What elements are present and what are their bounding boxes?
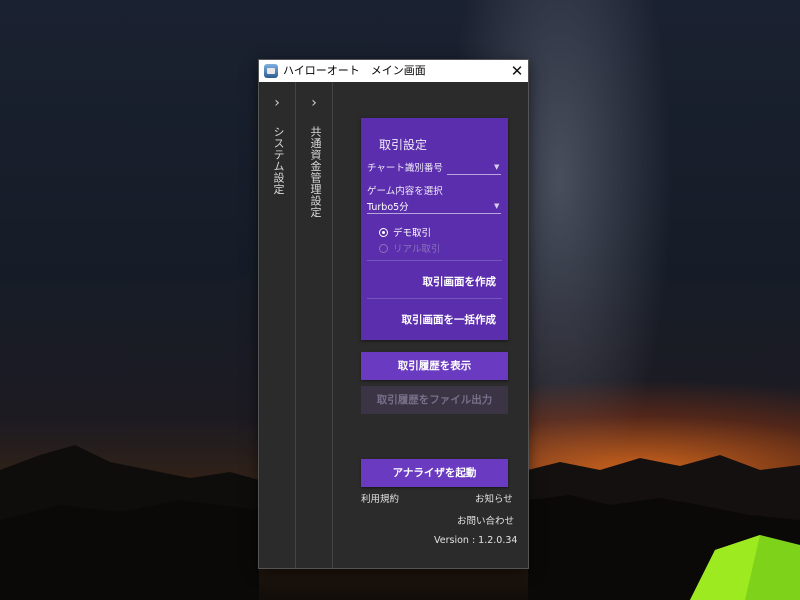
card-title: 取引設定	[379, 138, 428, 152]
chevron-right-icon[interactable]: ›	[259, 96, 295, 110]
export-history-button[interactable]: 取引履歴をファイル出力	[361, 386, 508, 414]
window-title: ハイローオート メイン画面	[283, 64, 426, 77]
game-select-underline	[367, 213, 501, 214]
app-logo-icon	[264, 64, 278, 78]
main-window: ハイローオート メイン画面 ✕ › システム設定 › 共通資金管理設定 取引設定…	[259, 60, 528, 568]
system-settings-label[interactable]: システム設定	[270, 126, 286, 195]
trade-settings-card: 取引設定 チャート識別番号 ▼ ゲーム内容を選択 Turbo5分 ▼ デモ取引 …	[361, 118, 508, 340]
dropdown-caret-icon[interactable]: ▼	[494, 202, 499, 210]
title-bar: ハイローオート メイン画面 ✕	[259, 60, 528, 82]
chevron-right-icon[interactable]: ›	[296, 96, 332, 110]
contact-link[interactable]: お問い合わせ	[457, 513, 514, 527]
funds-settings-label[interactable]: 共通資金管理設定	[307, 126, 323, 218]
radio-selected-icon[interactable]	[379, 228, 388, 237]
show-history-button[interactable]: 取引履歴を表示	[361, 352, 508, 380]
create-trade-screen-button[interactable]: 取引画面を作成	[423, 274, 497, 289]
radio-demo[interactable]: デモ取引	[379, 225, 431, 239]
rail-system-settings[interactable]: › システム設定	[259, 82, 296, 568]
game-select-label: ゲーム内容を選択	[367, 186, 443, 197]
bulk-create-trade-screen-button[interactable]: 取引画面を一括作成	[402, 312, 497, 327]
launch-analyzer-button[interactable]: アナライザを起動	[361, 459, 508, 487]
close-button[interactable]: ✕	[506, 60, 528, 82]
version-label: Version : 1.2.0.34	[434, 535, 518, 546]
news-link[interactable]: お知らせ	[475, 491, 513, 505]
radio-unselected-icon[interactable]	[379, 244, 388, 253]
divider	[367, 260, 502, 261]
chart-id-underline	[447, 174, 501, 175]
main-panel: 取引設定 チャート識別番号 ▼ ゲーム内容を選択 Turbo5分 ▼ デモ取引 …	[333, 82, 528, 568]
chart-id-label: チャート識別番号	[367, 163, 443, 174]
radio-real[interactable]: リアル取引	[379, 241, 440, 255]
terms-link[interactable]: 利用規約	[361, 491, 399, 505]
dropdown-caret-icon[interactable]: ▼	[494, 163, 499, 171]
divider	[367, 298, 502, 299]
rail-funds-settings[interactable]: › 共通資金管理設定	[296, 82, 333, 568]
game-select[interactable]: Turbo5分	[367, 199, 409, 213]
